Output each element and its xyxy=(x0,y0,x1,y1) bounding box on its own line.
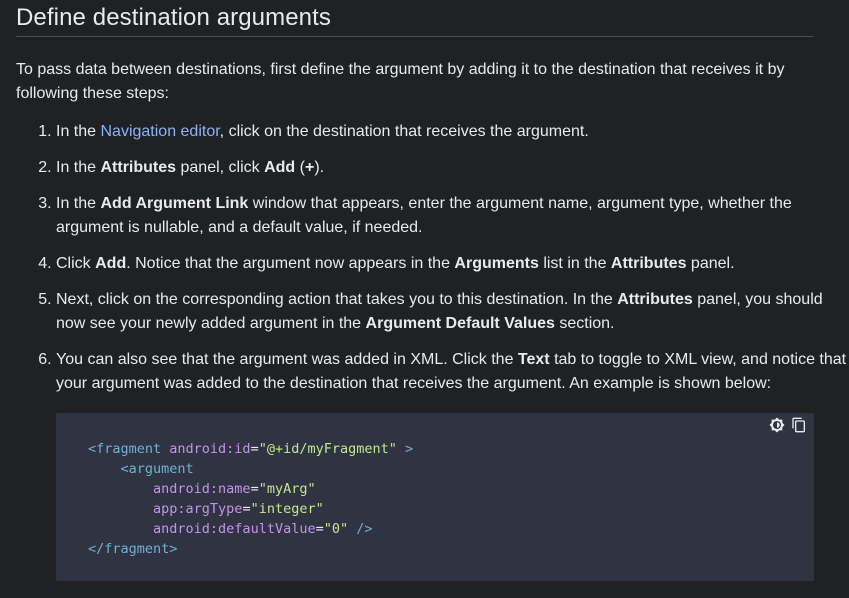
step-5-text: section. xyxy=(554,315,615,332)
code-toolbar xyxy=(768,416,808,434)
step-2: In the Attributes panel, click Add (+). xyxy=(56,156,849,180)
step-2-text: ). xyxy=(314,159,325,176)
step-2-text: In the xyxy=(56,159,101,176)
step-2-text: panel, click xyxy=(176,159,265,176)
code-string: "@+id/myFragment" xyxy=(258,441,397,457)
step-6: You can also see that the argument was a… xyxy=(56,348,849,396)
code-attr: android:defaultValue xyxy=(153,521,316,537)
code-tag: > xyxy=(396,441,414,457)
code-tag: <fragment xyxy=(88,441,170,457)
step-4-bold-attributes: Attributes xyxy=(610,255,687,272)
copy-icon[interactable] xyxy=(790,416,808,434)
step-4-text: list in the xyxy=(538,255,611,272)
step-2-bold-plus: + xyxy=(304,159,315,176)
step-4-bold-arguments: Arguments xyxy=(454,255,539,272)
step-6-bold-text: Text xyxy=(517,351,550,368)
step-1-text: In the xyxy=(56,123,101,140)
xml-code: <fragment android:id="@+id/myFragment" >… xyxy=(88,439,413,559)
step-6-text: You can also see that the argument was a… xyxy=(56,351,518,368)
steps-list: In the Navigation editor, click on the d… xyxy=(16,120,849,408)
code-string: "integer" xyxy=(250,501,324,517)
step-4: Click Add. Notice that the argument now … xyxy=(56,252,849,276)
brightness-icon[interactable] xyxy=(768,416,786,434)
step-3: In the Add Argument Link window that app… xyxy=(56,192,849,240)
code-attr: app:argType xyxy=(153,501,243,517)
step-4-text: . Notice that the argument now appears i… xyxy=(126,255,455,272)
code-tag: </fragment> xyxy=(88,541,178,557)
step-1-text-end: , click on the destination that receives… xyxy=(219,123,589,140)
code-block[interactable]: <fragment android:id="@+id/myFragment" >… xyxy=(56,413,814,581)
step-2-bold-attributes: Attributes xyxy=(100,159,177,176)
step-5: Next, click on the corresponding action … xyxy=(56,288,849,336)
code-punct: = xyxy=(315,521,324,537)
step-2-text: ( xyxy=(295,159,305,176)
title-divider xyxy=(16,36,813,37)
step-1: In the Navigation editor, click on the d… xyxy=(56,120,849,144)
navigation-editor-link[interactable]: Navigation editor xyxy=(100,123,219,140)
code-attr: android:name xyxy=(153,481,251,497)
code-punct: = xyxy=(250,481,259,497)
step-5-bold-attributes: Attributes xyxy=(617,291,693,308)
step-3-text: In the xyxy=(56,195,101,212)
step-3-bold-add-argument-link: Add Argument Link xyxy=(100,195,249,212)
step-2-bold-add: Add xyxy=(264,159,296,176)
code-tag: <argument xyxy=(120,461,194,477)
page-title: Define destination arguments xyxy=(16,4,331,31)
step-4-text: Click xyxy=(56,255,96,272)
step-4-text: panel. xyxy=(686,255,735,272)
code-punct: = xyxy=(250,441,259,457)
code-punct: = xyxy=(242,501,251,517)
intro-paragraph: To pass data between destinations, first… xyxy=(16,61,785,102)
code-string: "myArg" xyxy=(258,481,316,497)
code-string: "0" xyxy=(323,521,349,537)
step-5-text: Next, click on the corresponding action … xyxy=(56,291,618,308)
step-5-bold-argument-default-values: Argument Default Values xyxy=(365,315,555,332)
code-tag: /> xyxy=(348,521,373,537)
step-4-bold-add: Add xyxy=(95,255,127,272)
code-attr: android:id xyxy=(169,441,251,457)
